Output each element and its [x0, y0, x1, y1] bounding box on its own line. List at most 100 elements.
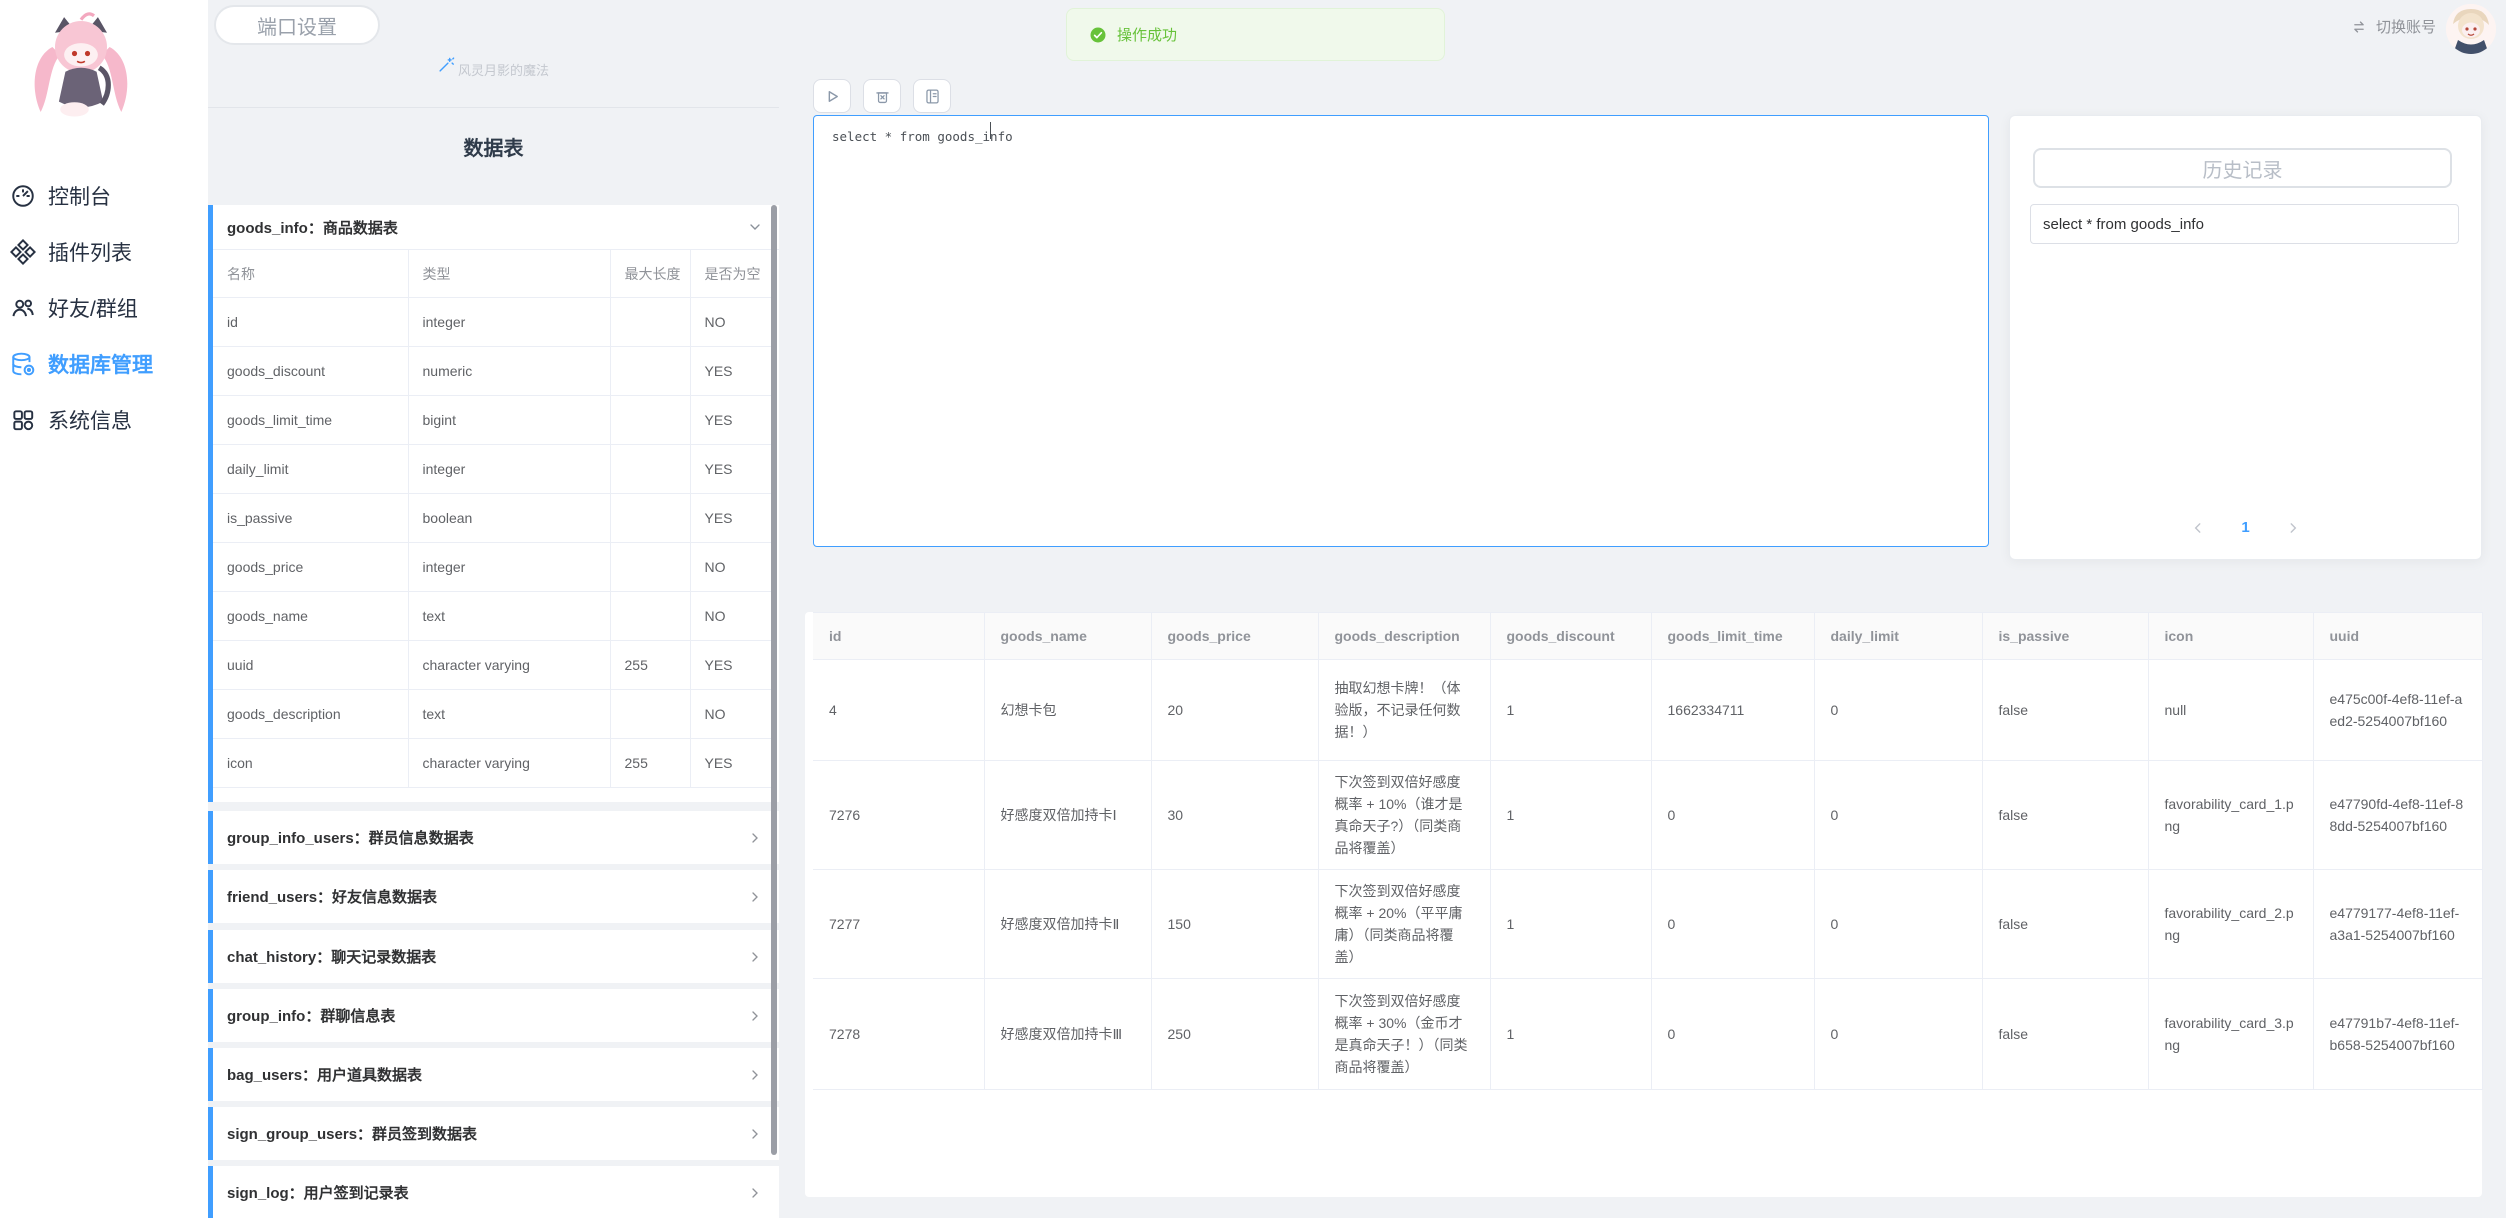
- tables-panel-header: 端口设置 风灵月影的魔法: [208, 0, 779, 108]
- table-card-goods-info-header[interactable]: goods_info：商品数据表: [213, 205, 779, 250]
- sidebar: 控制台 插件列表 好友/群组: [0, 0, 208, 1218]
- notebook-icon: [923, 87, 942, 106]
- user-avatar[interactable]: [2446, 4, 2496, 54]
- table-item-sign-group-users[interactable]: sign_group_users：群员签到数据表: [208, 1107, 779, 1160]
- run-icon: [823, 87, 842, 106]
- schema-row: iconcharacter varying255YES: [213, 739, 771, 788]
- chevron-right-icon: [747, 1126, 763, 1142]
- results-panel: id goods_name goods_price goods_descript…: [805, 612, 2482, 1197]
- sidebar-menu: 控制台 插件列表 好友/群组: [0, 168, 208, 448]
- table-card-goods-info: goods_info：商品数据表 名称 类型 最大长度 是否为空 idinteg…: [208, 205, 779, 802]
- prev-page-button[interactable]: [2191, 521, 2205, 535]
- sidebar-item-label: 数据库管理: [48, 349, 153, 379]
- panel-scrollbar-thumb[interactable]: [771, 205, 777, 1155]
- results-row: 4幻想卡包 20抽取幻想卡牌！（体验版，不记录任何数据！） 1166233471…: [813, 660, 2482, 761]
- sidebar-item-label: 控制台: [48, 181, 111, 211]
- success-toast: 操作成功: [1066, 8, 1445, 61]
- table-item-friend-users[interactable]: friend_users：好友信息数据表: [208, 870, 779, 923]
- swap-arrows-icon: [2350, 18, 2368, 36]
- run-query-button[interactable]: [813, 79, 851, 113]
- sidebar-item-system[interactable]: 系统信息: [0, 392, 208, 448]
- chevron-right-icon: [747, 1008, 763, 1024]
- chevron-down-icon: [747, 219, 763, 235]
- port-settings-button[interactable]: 端口设置: [214, 5, 380, 45]
- magic-caption: 风灵月影的魔法: [208, 60, 779, 79]
- toast-text: 操作成功: [1117, 24, 1177, 45]
- schema-row: uuidcharacter varying255YES: [213, 641, 771, 690]
- table-item-group-info-users[interactable]: group_info_users：群员信息数据表: [208, 811, 779, 864]
- history-item[interactable]: select * from goods_info: [2030, 204, 2459, 244]
- page-number[interactable]: 1: [2241, 519, 2249, 536]
- results-col-header: uuid: [2313, 613, 2482, 660]
- schema-row: goods_limit_timebigintYES: [213, 396, 771, 445]
- switch-account-button[interactable]: 切换账号: [2350, 16, 2436, 37]
- table-item-sign-log[interactable]: sign_log：用户签到记录表: [208, 1166, 779, 1218]
- chevron-right-icon: [747, 1067, 763, 1083]
- table-card-title: goods_info：商品数据表: [227, 217, 398, 238]
- table-item-chat-history[interactable]: chat_history：聊天记录数据表: [208, 930, 779, 983]
- sidebar-item-console[interactable]: 控制台: [0, 168, 208, 224]
- sidebar-item-friends-groups[interactable]: 好友/群组: [0, 280, 208, 336]
- schema-header-row: 名称 类型 最大长度 是否为空: [213, 250, 771, 298]
- sidebar-item-label: 插件列表: [48, 237, 132, 267]
- tables-panel-title: 数据表: [208, 132, 779, 161]
- schema-row: goods_discountnumericYES: [213, 347, 771, 396]
- chevron-right-icon: [747, 1185, 763, 1201]
- bot-avatar-logo: [16, 8, 146, 138]
- results-col-header: daily_limit: [1814, 613, 1982, 660]
- schema-col-header: 最大长度: [610, 250, 690, 298]
- next-page-button[interactable]: [2286, 521, 2300, 535]
- schema-row: daily_limitintegerYES: [213, 445, 771, 494]
- schema-col-header: 是否为空: [690, 250, 771, 298]
- tables-panel: 端口设置 风灵月影的魔法 数据表 goods_info：商品数据表 名称 类型: [208, 0, 779, 1218]
- history-panel: 历史记录 select * from goods_info 1: [2009, 115, 2482, 560]
- friends-icon: [10, 295, 36, 321]
- app-root: 控制台 插件列表 好友/群组: [0, 0, 2506, 1218]
- system-grid-icon: [10, 407, 36, 433]
- text-cursor: [990, 122, 991, 139]
- results-col-header: icon: [2148, 613, 2313, 660]
- results-row: 7278好感度双倍加持卡Ⅲ 250下次签到双倍好感度概率 + 30%（金币才是真…: [813, 979, 2482, 1090]
- history-title: 历史记录: [2033, 148, 2452, 188]
- check-circle-icon: [1089, 26, 1107, 44]
- table-item-group-info[interactable]: group_info：群聊信息表: [208, 989, 779, 1042]
- results-col-header: id: [813, 613, 984, 660]
- schema-row: goods_descriptiontextNO: [213, 690, 771, 739]
- clear-icon: [873, 87, 892, 106]
- chevron-right-icon: [747, 949, 763, 965]
- schema-row: idintegerNO: [213, 298, 771, 347]
- schema-col-header: 名称: [213, 250, 408, 298]
- chevron-right-icon: [747, 889, 763, 905]
- sidebar-item-database[interactable]: 数据库管理: [0, 336, 208, 392]
- results-col-header: goods_price: [1151, 613, 1318, 660]
- sql-editor-input[interactable]: select * from goods_info: [813, 115, 1989, 547]
- results-col-header: goods_limit_time: [1651, 613, 1814, 660]
- sidebar-item-label: 系统信息: [48, 405, 132, 435]
- schema-row: goods_priceintegerNO: [213, 543, 771, 592]
- dashboard-icon: [10, 183, 36, 209]
- sidebar-item-label: 好友/群组: [48, 293, 138, 323]
- sidebar-item-plugins[interactable]: 插件列表: [0, 224, 208, 280]
- query-toolbar: [813, 79, 951, 113]
- results-row: 7276好感度双倍加持卡Ⅰ 30下次签到双倍好感度概率 + 10%（谁才是真命天…: [813, 761, 2482, 870]
- results-row: 7277好感度双倍加持卡Ⅱ 150下次签到双倍好感度概率 + 20%（平平庸庸）…: [813, 870, 2482, 979]
- results-col-header: goods_discount: [1490, 613, 1651, 660]
- chevron-right-icon: [2286, 521, 2300, 535]
- results-header-row: id goods_name goods_price goods_descript…: [813, 613, 2482, 660]
- schema-row: is_passivebooleanYES: [213, 494, 771, 543]
- plugins-icon: [10, 239, 36, 265]
- table-item-bag-users[interactable]: bag_users：用户道具数据表: [208, 1048, 779, 1101]
- schema-row: goods_nametextNO: [213, 592, 771, 641]
- notebook-button[interactable]: [913, 79, 951, 113]
- chevron-right-icon: [747, 830, 763, 846]
- schema-table: 名称 类型 最大长度 是否为空 idintegerNO goods_discou…: [213, 250, 772, 788]
- results-table: id goods_name goods_price goods_descript…: [813, 612, 2483, 1090]
- results-col-header: is_passive: [1982, 613, 2148, 660]
- schema-col-header: 类型: [408, 250, 610, 298]
- results-col-header: goods_name: [984, 613, 1151, 660]
- results-col-header: goods_description: [1318, 613, 1490, 660]
- magic-wand-icon: [438, 56, 455, 73]
- history-pagination: 1: [2010, 519, 2481, 536]
- database-icon: [10, 351, 36, 377]
- clear-query-button[interactable]: [863, 79, 901, 113]
